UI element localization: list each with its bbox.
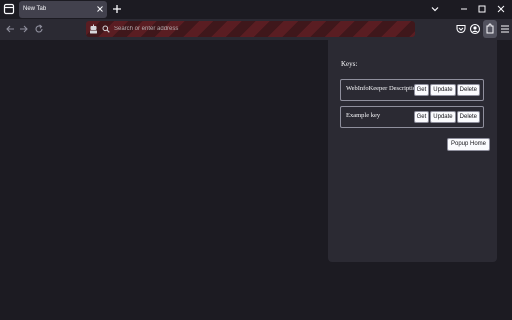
url-input[interactable] — [114, 23, 404, 35]
account-icon[interactable] — [469, 23, 481, 35]
update-button[interactable]: Update — [430, 111, 456, 123]
list-tabs-icon[interactable] — [3, 3, 15, 15]
popup-home-button[interactable]: Popup Home — [447, 138, 491, 151]
delete-button[interactable]: Delete — [456, 111, 480, 123]
tab-new-tab[interactable]: New Tab — [19, 1, 107, 18]
address-bar[interactable] — [86, 21, 415, 37]
pocket-icon[interactable] — [455, 23, 467, 35]
extension-button[interactable] — [483, 20, 497, 38]
reload-icon[interactable] — [34, 24, 44, 34]
back-arrow-icon[interactable] — [5, 24, 15, 34]
plus-icon[interactable] — [112, 4, 122, 14]
close-icon[interactable] — [96, 5, 104, 13]
get-button[interactable]: Get — [413, 111, 430, 123]
hamburger-menu-icon[interactable] — [499, 23, 511, 35]
key-name: Example key — [346, 112, 381, 119]
close-window-icon[interactable] — [496, 4, 506, 14]
tab-bar: New Tab — [0, 0, 512, 19]
tab-title: New Tab — [23, 6, 47, 12]
get-button[interactable]: Get — [413, 84, 430, 96]
delete-button[interactable]: Delete — [456, 84, 480, 96]
chevron-down-icon[interactable] — [430, 4, 440, 14]
navigation-toolbar — [0, 19, 512, 40]
minimize-icon[interactable] — [459, 4, 469, 14]
forward-arrow-icon[interactable] — [19, 24, 29, 34]
keys-heading: Keys: — [341, 60, 358, 68]
robot-icon — [90, 24, 97, 34]
key-row: Example key Get Update Delete — [340, 106, 484, 128]
maximize-icon[interactable] — [477, 4, 487, 14]
update-button[interactable]: Update — [430, 84, 456, 96]
extension-icon — [486, 23, 494, 34]
search-icon — [102, 25, 110, 33]
key-row: WebInfoKeeper Description Get Update Del… — [340, 79, 484, 101]
extension-popup: Keys: WebInfoKeeper Description Get Upda… — [328, 40, 497, 262]
key-name: WebInfoKeeper Description — [346, 85, 420, 92]
